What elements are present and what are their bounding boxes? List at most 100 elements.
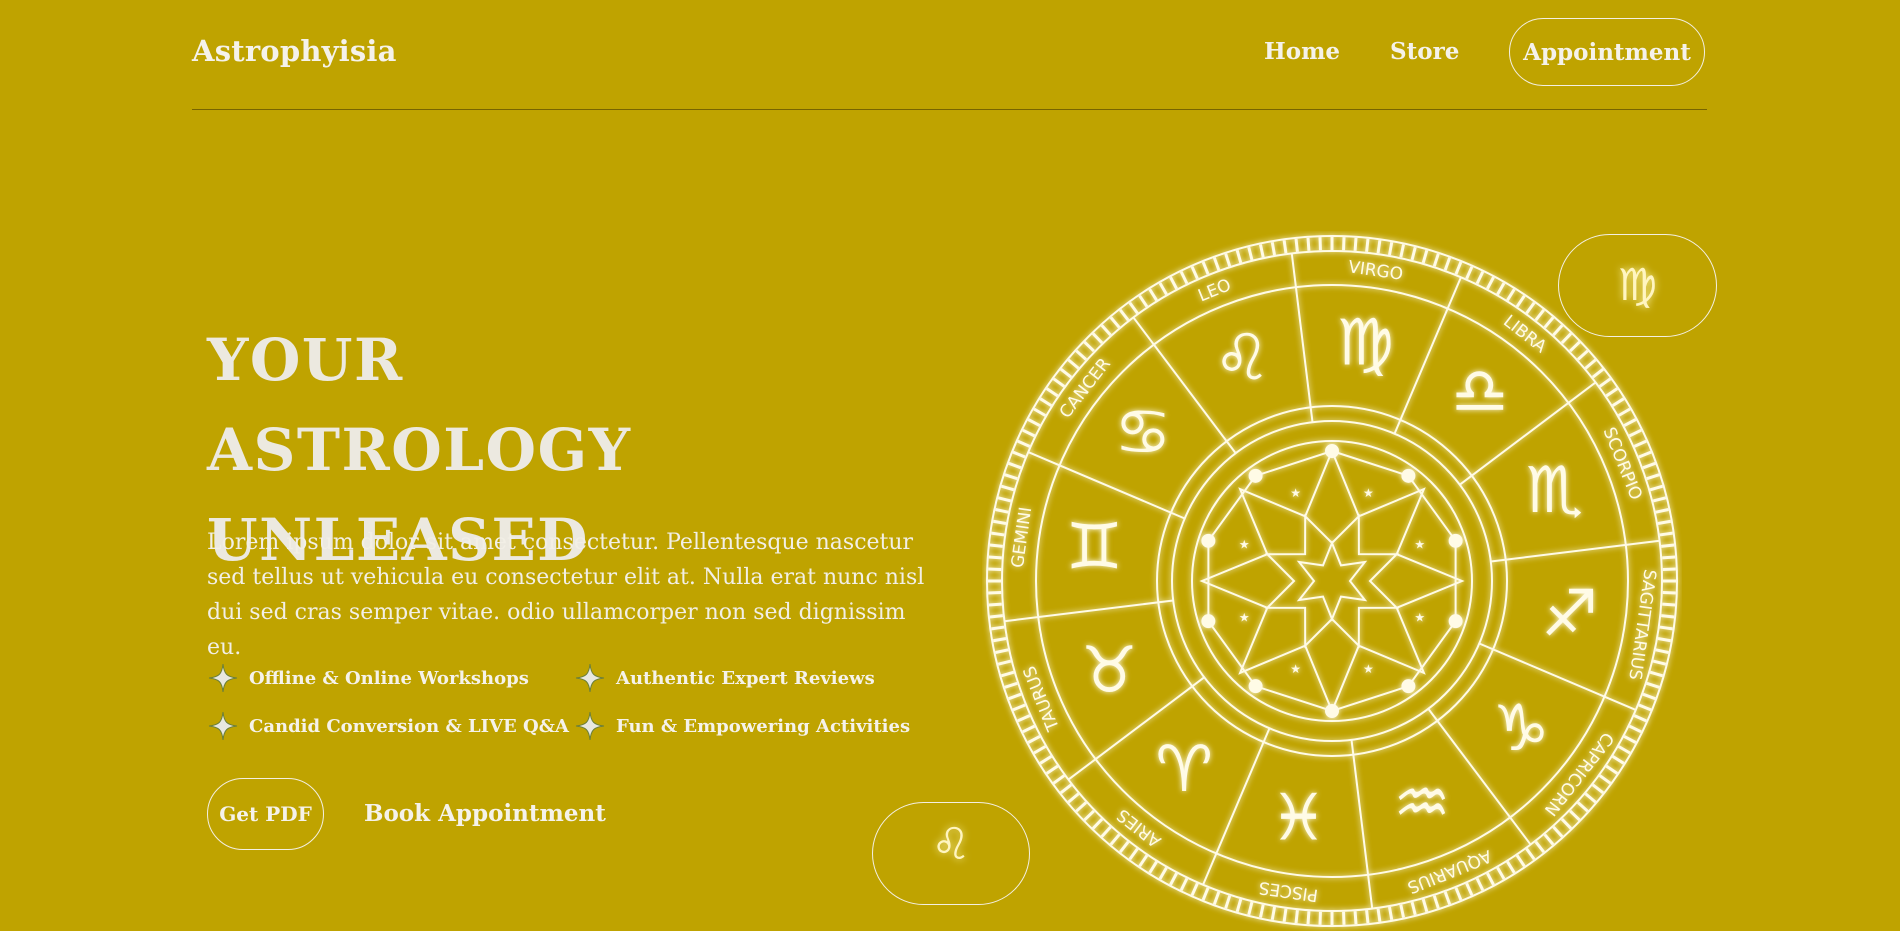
wheel-tick [1643, 694, 1655, 698]
sign-glyph-pisces: ♓ [1270, 782, 1327, 856]
wheel-tick [1130, 849, 1138, 860]
wheel-tick [1061, 785, 1071, 793]
wheel-tick [1076, 351, 1086, 360]
wheel-tick [1018, 716, 1030, 721]
sign-label-virgo: VIRGO [1347, 257, 1404, 284]
wheel-ring [1192, 441, 1472, 721]
wheel-tick [1226, 896, 1230, 908]
wheel-tick [1013, 705, 1025, 710]
wheel-tick [1586, 360, 1596, 368]
virgo-sign-button[interactable]: ♍ [1558, 234, 1717, 337]
wheel-tick [1553, 325, 1562, 335]
wheel-tick [1040, 399, 1051, 406]
wheel-tick [1593, 785, 1603, 793]
wheel-tick [990, 616, 1003, 617]
get-pdf-button[interactable]: Get PDF [207, 778, 324, 850]
nav-home-link[interactable]: Home [1264, 38, 1340, 65]
sign-glyph-cancer: ♋ [1114, 396, 1171, 470]
book-appointment-link[interactable]: Book Appointment [364, 800, 606, 827]
wheel-tick [1586, 794, 1596, 802]
wheel-tick [1653, 661, 1666, 664]
sign-glyph-scorpio: ♏ [1526, 454, 1583, 528]
wheel-tick [1005, 683, 1017, 687]
nav-store-link[interactable]: Store [1390, 38, 1459, 65]
wheel-ring [1172, 421, 1492, 741]
wheel-tick [993, 521, 1006, 523]
wheel-tick [998, 661, 1011, 664]
wheel-tick [1068, 794, 1078, 802]
wheel-tick [1272, 242, 1274, 255]
wheel-tick [1477, 272, 1483, 284]
wheel-tick [1028, 420, 1039, 426]
wheel-tick [1272, 907, 1274, 920]
wheel-tick [1214, 892, 1218, 904]
wheel-tick [1578, 351, 1588, 360]
four-point-star-icon [574, 710, 606, 742]
inner-dot [1250, 470, 1262, 482]
wheel-tick [1467, 883, 1472, 895]
wheel-tick [1047, 766, 1058, 773]
wheel-tick [1578, 802, 1588, 811]
wheel-tick [1237, 899, 1241, 911]
wheel-tick [1634, 716, 1646, 721]
nav-appointment-button[interactable]: Appointment [1509, 18, 1705, 86]
wheel-tick [1517, 296, 1524, 307]
wheel-tick [1619, 409, 1630, 416]
wheel-tick [1639, 705, 1651, 710]
inner-polygon [1208, 451, 1455, 711]
wheel-tick [1634, 441, 1646, 446]
sign-label-pisces: PISCES [1258, 877, 1320, 905]
wheel-tick [1401, 245, 1404, 258]
wheel-tick [1613, 756, 1624, 763]
brand-logo[interactable]: Astrophyisia [192, 34, 397, 68]
wheel-tick [1181, 879, 1187, 891]
wheel-tick [1487, 873, 1493, 884]
wheel-tick [1076, 802, 1086, 811]
wheel-tick [1296, 910, 1297, 923]
small-star-icon: ★ [1290, 486, 1301, 500]
wheel-tick [1650, 672, 1662, 676]
wheel-tick [1061, 369, 1071, 377]
four-point-star-icon [574, 662, 606, 694]
inner-dot [1202, 615, 1214, 627]
wheel-tick [1662, 604, 1675, 605]
wheel-tick [991, 533, 1004, 535]
wheel-tick [1570, 811, 1579, 820]
wheel-tick [996, 650, 1009, 653]
wheel-tick [1570, 342, 1579, 351]
wheel-tick [996, 509, 1009, 512]
wheel-tick [1367, 910, 1368, 923]
wheel-tick [1507, 289, 1514, 300]
wheel-tick [1192, 267, 1197, 279]
inner-dot [1326, 705, 1338, 717]
wheel-divider [1292, 253, 1313, 422]
wheel-tick [1102, 325, 1111, 335]
wheel-tick [1660, 627, 1673, 629]
wheel-tick [1412, 247, 1415, 260]
wheel-tick [1445, 892, 1449, 904]
wheel-tick [1507, 862, 1514, 873]
wheel-tick [1606, 766, 1617, 773]
inner-dot [1202, 535, 1214, 547]
wheel-tick [1120, 842, 1128, 852]
wheel-tick [1068, 360, 1078, 368]
wheel-tick [1171, 873, 1177, 884]
wheel-tick [1660, 533, 1673, 535]
wheel-tick [1624, 736, 1635, 742]
wheel-tick [989, 557, 1002, 558]
wheel-tick [1536, 842, 1544, 852]
wheel-tick [1355, 238, 1356, 251]
leo-sign-button[interactable]: ♌ [872, 802, 1030, 905]
wheel-tick [1527, 849, 1535, 860]
wheel-tick [1093, 819, 1102, 828]
feature-label: Offline & Online Workshops [249, 668, 529, 689]
wheel-divider [1491, 541, 1660, 562]
wheel-tick [1034, 747, 1045, 754]
feature-label: Authentic Expert Reviews [616, 668, 875, 689]
sign-glyph-aquarius: ♒ [1393, 767, 1450, 841]
wheel-tick [1401, 905, 1404, 918]
sign-glyph-capricorn: ♑ [1492, 692, 1549, 766]
wheel-tick [1423, 250, 1427, 262]
wheel-tick [1192, 883, 1197, 895]
wheel-tick [1389, 907, 1391, 920]
